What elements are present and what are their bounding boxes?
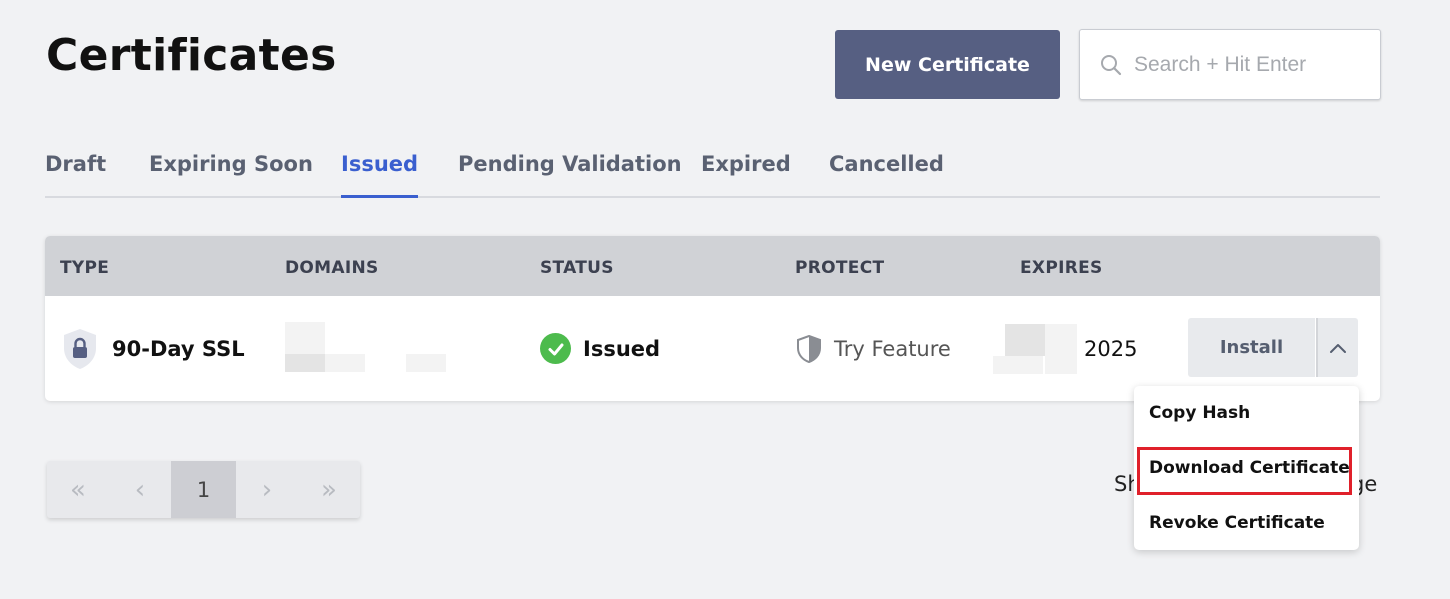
- tab-draft[interactable]: Draft: [45, 148, 106, 198]
- column-status[interactable]: STATUS: [540, 258, 614, 278]
- lock-shield-icon: [64, 328, 96, 369]
- search-box[interactable]: [1079, 29, 1381, 100]
- new-certificate-button[interactable]: New Certificate: [835, 30, 1060, 99]
- table-header: TYPE DOMAINS STATUS PROTECT EXPIRES: [45, 236, 1380, 296]
- tab-expired[interactable]: Expired: [701, 148, 791, 198]
- actions-toggle-button[interactable]: [1316, 318, 1358, 377]
- certificates-table: TYPE DOMAINS STATUS PROTECT EXPIRES 90-D…: [45, 236, 1380, 401]
- search-icon: [1101, 54, 1122, 75]
- pagination: « ‹ 1 › »: [47, 461, 360, 518]
- protect-cell[interactable]: Try Feature: [796, 296, 951, 401]
- first-page-button[interactable]: «: [47, 461, 109, 518]
- type-cell: 90-Day SSL: [62, 296, 245, 401]
- status-label: Issued: [583, 336, 661, 361]
- shield-icon: [797, 334, 821, 363]
- highlight-box: [1137, 447, 1352, 495]
- try-feature-link[interactable]: Try Feature: [834, 337, 951, 361]
- prev-page-button[interactable]: ‹: [109, 461, 171, 518]
- cert-type: 90-Day SSL: [112, 336, 245, 361]
- expires-year: 2025: [1084, 336, 1138, 361]
- install-button[interactable]: Install: [1188, 318, 1315, 377]
- expires-cell: 2025: [1084, 296, 1137, 401]
- tab-cancelled[interactable]: Cancelled: [829, 148, 944, 198]
- search-input[interactable]: [1134, 52, 1354, 77]
- next-page-button[interactable]: ›: [236, 461, 298, 518]
- chevron-up-icon: [1330, 343, 1346, 353]
- check-circle-icon: [540, 333, 571, 364]
- column-protect[interactable]: PROTECT: [795, 258, 884, 278]
- tab-issued[interactable]: Issued: [341, 148, 419, 198]
- column-domains[interactable]: DOMAINS: [285, 258, 379, 278]
- menu-item-copy-hash[interactable]: Copy Hash: [1149, 403, 1250, 423]
- tab-pending-validation[interactable]: Pending Validation: [458, 148, 682, 198]
- column-type[interactable]: TYPE: [60, 258, 109, 278]
- status-tabs: Draft Expiring Soon Issued Pending Valid…: [45, 148, 1380, 198]
- menu-item-revoke-certificate[interactable]: Revoke Certificate: [1149, 513, 1325, 533]
- page-1-button[interactable]: 1: [171, 461, 236, 518]
- last-page-button[interactable]: »: [298, 461, 360, 518]
- column-expires[interactable]: EXPIRES: [1020, 258, 1103, 278]
- tab-expiring-soon[interactable]: Expiring Soon: [149, 148, 313, 198]
- status-cell: Issued: [540, 296, 660, 401]
- page-title: Certificates: [46, 30, 337, 81]
